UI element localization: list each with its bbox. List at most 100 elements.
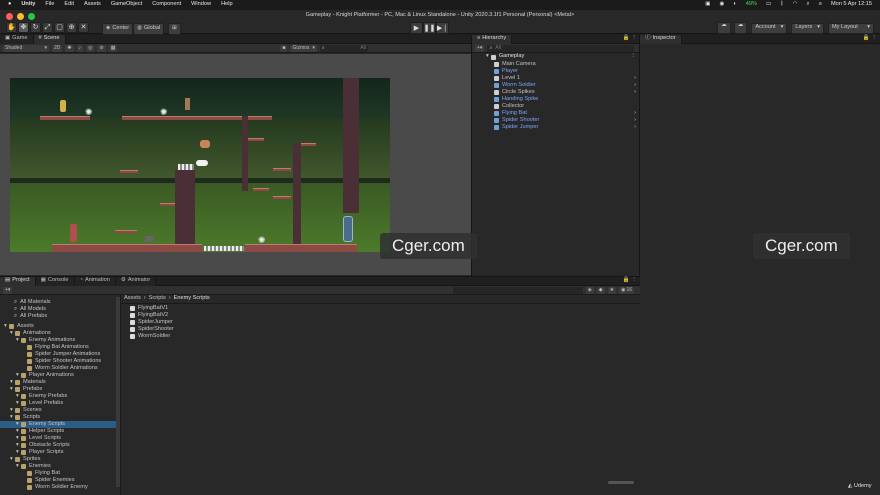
flying-bat-sprite[interactable] bbox=[200, 140, 210, 148]
audio-icon[interactable]: ♪ bbox=[76, 44, 84, 52]
effects-icon[interactable]: ◎ bbox=[86, 44, 95, 52]
menu-gameobject[interactable]: GameObject bbox=[111, 2, 142, 8]
asset-folder-row[interactable]: Spider Enemies bbox=[0, 477, 120, 484]
zoom-slider[interactable] bbox=[608, 481, 634, 484]
asset-folder-row[interactable]: ▾ Enemy Scripts bbox=[0, 421, 120, 428]
asset-folder-row[interactable]: ▾ Enemies bbox=[0, 463, 120, 470]
asset-folder-row[interactable]: ▾ Player Animations bbox=[0, 372, 120, 379]
layout-dropdown[interactable]: My Layout ▾ bbox=[828, 22, 874, 34]
platform[interactable] bbox=[273, 196, 291, 199]
spikes[interactable] bbox=[178, 164, 194, 170]
panel-menu-icon[interactable]: 🔒 ⋮ bbox=[863, 36, 880, 42]
grid-icon[interactable]: ▦ bbox=[108, 44, 118, 52]
create-button[interactable]: +▾ bbox=[475, 44, 485, 52]
hierarchy-item[interactable]: Level 1 › bbox=[472, 75, 640, 82]
scene-search-input[interactable]: ⌕ All bbox=[319, 44, 368, 52]
status-icon[interactable]: ◉ bbox=[720, 2, 725, 8]
hierarchy-item[interactable]: Main Camera bbox=[472, 61, 640, 68]
pause-icon[interactable]: ❚❚ bbox=[423, 22, 436, 34]
tab-game[interactable]: ▣ Game bbox=[0, 34, 34, 44]
transform-tool-icon[interactable]: ⊕ bbox=[66, 22, 77, 33]
menu-window[interactable]: Window bbox=[191, 2, 211, 8]
tab-animation[interactable]: ◔ Animation bbox=[74, 276, 116, 286]
status-icon[interactable]: ▣ bbox=[705, 2, 710, 8]
tab-project[interactable]: ▤ Project bbox=[0, 276, 36, 286]
menu-file[interactable]: File bbox=[45, 2, 54, 8]
script-file[interactable]: WormSoldier bbox=[130, 333, 174, 340]
hierarchy-item[interactable]: Spider Jumper › bbox=[472, 124, 640, 131]
cloud-icon[interactable]: ☁ bbox=[733, 22, 748, 34]
asset-folder-row[interactable]: ▾ Obstacle Scripts bbox=[0, 442, 120, 449]
wifi-icon[interactable]: ◠ bbox=[793, 2, 798, 8]
bluetooth-icon[interactable]: ᛒ bbox=[780, 2, 783, 8]
script-file[interactable]: SpiderShooter bbox=[130, 326, 174, 333]
asset-folder-row[interactable]: Worm Soldier Animations bbox=[0, 365, 120, 372]
worm-soldier-sprite[interactable] bbox=[145, 236, 153, 242]
collector-object[interactable] bbox=[343, 216, 353, 242]
tab-hierarchy[interactable]: ≡ Hierarchy bbox=[472, 34, 513, 44]
status-icon[interactable]: ◐ bbox=[733, 2, 736, 8]
hidden-packages-count[interactable]: ◉ 16 bbox=[619, 286, 634, 294]
hierarchy-item[interactable]: Circle Spikes › bbox=[472, 89, 640, 96]
menu-unity[interactable]: Unity bbox=[21, 2, 35, 8]
favorite-item[interactable]: ⌕ All Materials bbox=[0, 299, 120, 306]
scene-root-row[interactable]: ▾ Gameplay ⋮ bbox=[472, 53, 640, 61]
asset-folder-row[interactable]: Flying Bat Animations bbox=[0, 344, 120, 351]
control-center-icon[interactable]: ≡ bbox=[819, 2, 822, 8]
breadcrumb-item[interactable]: Scripts bbox=[149, 295, 166, 302]
asset-folder-row[interactable]: ▾ Scripts bbox=[0, 414, 120, 421]
player-sprite[interactable] bbox=[70, 224, 77, 242]
collab-icon[interactable]: ☁ bbox=[717, 22, 731, 34]
platform[interactable] bbox=[273, 168, 291, 171]
menu-component[interactable]: Component bbox=[152, 2, 181, 8]
asset-folder-row[interactable]: Spider Shooter Animations bbox=[0, 358, 120, 365]
favorite-item[interactable]: ⌕ All Prefabs bbox=[0, 313, 120, 320]
script-file[interactable]: FlyingBatV2 bbox=[130, 312, 174, 319]
hand-tool-icon[interactable]: ✋ bbox=[6, 22, 17, 33]
move-tool-icon[interactable]: ✥ bbox=[18, 22, 29, 33]
hierarchy-item[interactable]: Spider Shooter › bbox=[472, 117, 640, 124]
hierarchy-item[interactable]: Flying Bat › bbox=[472, 110, 640, 117]
pivot-center-button[interactable]: ◈ Center bbox=[102, 23, 134, 35]
camera-icon[interactable]: ■ bbox=[280, 44, 288, 52]
platform[interactable] bbox=[120, 170, 138, 173]
tab-scene[interactable]: # Scene bbox=[33, 34, 66, 44]
search-by-type-icon[interactable]: ◈ bbox=[585, 286, 594, 294]
platform[interactable] bbox=[300, 143, 316, 146]
enemy-sprite[interactable] bbox=[60, 100, 66, 112]
ground[interactable] bbox=[52, 244, 202, 252]
asset-folder-row[interactable]: ▾ Level Scripts bbox=[0, 435, 120, 442]
breadcrumb-item[interactable]: Enemy Scripts bbox=[174, 295, 210, 302]
play-icon[interactable]: ▶ bbox=[410, 22, 423, 34]
tab-animator[interactable]: ⚙ Animator bbox=[115, 276, 157, 286]
rect-tool-icon[interactable]: ▢ bbox=[54, 22, 65, 33]
asset-folder-row[interactable]: ▾ Level Prefabs bbox=[0, 400, 120, 407]
hierarchy-search-input[interactable]: ⌕ All bbox=[487, 44, 634, 52]
asset-folder-row[interactable]: ▾ Scenes bbox=[0, 407, 120, 414]
tab-inspector[interactable]: ⓘ Inspector bbox=[640, 34, 682, 44]
ground[interactable] bbox=[245, 244, 357, 252]
battery-percent[interactable]: 49% bbox=[746, 2, 757, 8]
hidden-objects-icon[interactable]: ⊘ bbox=[97, 44, 106, 52]
layers-dropdown[interactable]: Layers ▾ bbox=[791, 22, 824, 34]
project-search-input[interactable] bbox=[452, 286, 583, 294]
asset-folder-row[interactable]: ▾ Materials bbox=[0, 379, 120, 386]
search-by-label-icon[interactable]: ◆ bbox=[596, 286, 605, 294]
rotate-tool-icon[interactable]: ↻ bbox=[30, 22, 41, 33]
hierarchy-item[interactable]: Handing Spike bbox=[472, 96, 640, 103]
favorite-item[interactable]: ⌕ All Models bbox=[0, 306, 120, 313]
tab-console[interactable]: ▦ Console bbox=[35, 276, 75, 286]
gizmos-dropdown[interactable]: Gizmos ▾ bbox=[290, 44, 317, 52]
platform[interactable] bbox=[253, 188, 269, 191]
asset-folder-row[interactable]: ▾ Assets bbox=[0, 323, 120, 330]
breadcrumb-item[interactable]: Assets bbox=[124, 295, 141, 302]
hierarchy-item[interactable]: Player bbox=[472, 68, 640, 75]
favorite-icon[interactable]: ★ bbox=[607, 286, 617, 294]
grid-snap-button[interactable]: ⊞ bbox=[168, 23, 181, 35]
menu-help[interactable]: Help bbox=[221, 2, 233, 8]
chevron-down-icon[interactable]: ▾ bbox=[486, 54, 489, 60]
circle-spike-icon[interactable]: ✺ bbox=[160, 108, 168, 117]
lighting-icon[interactable]: ✺ bbox=[65, 44, 74, 52]
menu-assets[interactable]: Assets bbox=[84, 2, 101, 8]
pivot-global-button[interactable]: ◍ Global bbox=[133, 23, 165, 35]
